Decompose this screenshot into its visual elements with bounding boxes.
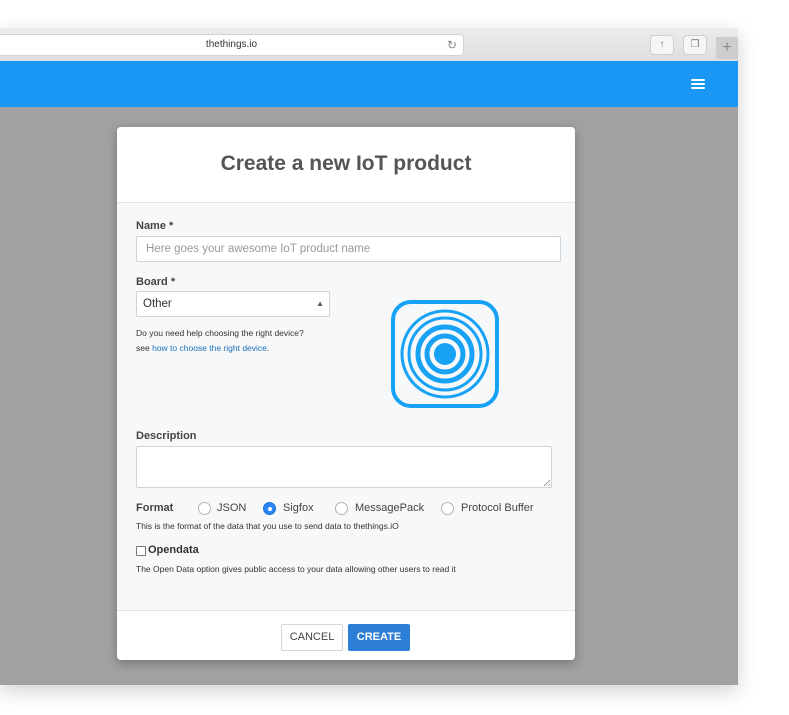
radio-protocol-buffer[interactable]: [441, 502, 454, 515]
select-arrows-icon: ▲: [316, 299, 324, 308]
tabs-icon[interactable]: ❐: [683, 35, 707, 55]
share-icon[interactable]: ↑: [650, 35, 674, 55]
choose-device-link[interactable]: how to choose the right device: [152, 343, 267, 353]
board-select[interactable]: Other ▲: [136, 291, 330, 317]
create-button[interactable]: CREATE: [348, 624, 410, 651]
modal-title: Create a new IoT product: [220, 152, 472, 175]
url-text: thethings.io: [205, 39, 258, 50]
opendata-label[interactable]: Opendata: [148, 544, 199, 556]
modal-footer: CANCEL CREATE: [117, 610, 575, 660]
name-label: Name *: [136, 220, 174, 232]
format-row: Format JSON Sigfox MessagePack Protocol …: [136, 501, 556, 517]
board-select-value: Other: [143, 298, 172, 310]
create-product-modal: Create a new IoT product Name * Here goe…: [117, 127, 575, 660]
format-help-text: This is the format of the data that you …: [136, 521, 399, 531]
browser-toolbar: thethings.io ↻ ↑ ❐ +: [0, 28, 738, 62]
signal-icon: [391, 300, 499, 408]
radio-messagepack-label[interactable]: MessagePack: [355, 502, 424, 514]
board-help-prefix: see: [136, 343, 153, 353]
radio-sigfox-label[interactable]: Sigfox: [283, 502, 314, 514]
resize-grip-icon[interactable]: [544, 480, 550, 486]
radio-json[interactable]: [198, 502, 211, 515]
opendata-help-text: The Open Data option gives public access…: [136, 564, 456, 574]
app-header: [0, 61, 738, 107]
opendata-checkbox[interactable]: [136, 546, 146, 556]
radio-sigfox[interactable]: [263, 502, 276, 515]
format-label: Format: [136, 502, 174, 514]
radio-messagepack[interactable]: [335, 502, 348, 515]
cancel-button[interactable]: CANCEL: [281, 624, 343, 651]
board-label: Board *: [136, 276, 176, 288]
reload-icon[interactable]: ↻: [447, 35, 457, 55]
radio-protocol-buffer-label[interactable]: Protocol Buffer: [461, 502, 534, 514]
description-label: Description: [136, 430, 197, 442]
modal-header: Create a new IoT product: [117, 127, 575, 203]
board-help-link-line: see how to choose the right device.: [136, 343, 269, 353]
radio-json-label[interactable]: JSON: [217, 502, 246, 514]
board-help-text: Do you need help choosing the right devi…: [136, 328, 304, 338]
description-textarea[interactable]: [136, 446, 552, 488]
hamburger-icon[interactable]: [691, 79, 705, 89]
board-help-suffix: .: [266, 343, 270, 353]
address-bar[interactable]: thethings.io ↻: [0, 34, 464, 56]
name-input[interactable]: Here goes your awesome IoT product name: [136, 236, 561, 262]
plus-icon[interactable]: +: [716, 37, 738, 59]
